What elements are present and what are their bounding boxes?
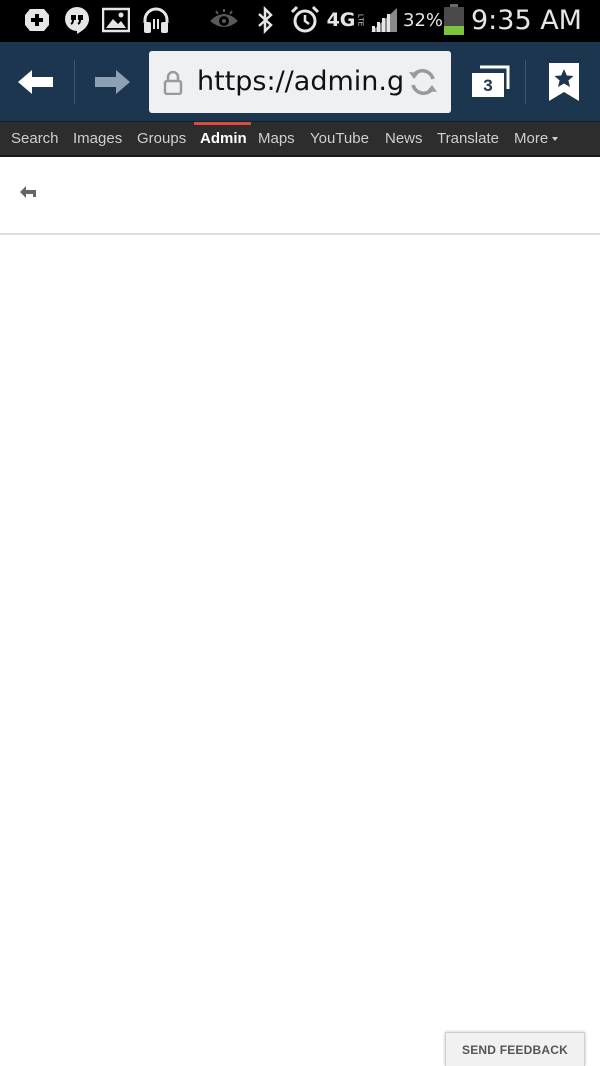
google-nav-bar: Search Images Groups Admin Maps YouTube … [0,122,600,157]
nav-groups[interactable]: Groups [137,122,186,155]
nav-youtube[interactable]: YouTube [310,122,369,155]
nav-images[interactable]: Images [73,122,122,155]
chevron-down-icon [552,137,559,142]
nav-maps[interactable]: Maps [258,122,295,155]
tab-count: 3 [483,76,493,95]
toolbar-divider [74,60,75,104]
nav-more-label: More [514,130,549,147]
clock: 9:35 AM [471,5,582,36]
header-divider [0,233,600,235]
forward-button[interactable] [76,42,148,122]
send-feedback-button[interactable]: SEND FEEDBACK [445,1032,585,1066]
nav-news[interactable]: News [385,122,423,155]
signal-icon [368,5,400,35]
alarm-icon [289,5,321,35]
headphones-icon [141,5,171,35]
bluetooth-icon [254,5,276,35]
back-button[interactable] [0,42,72,122]
status-bar: 4G LTE 32% 9:35 AM [0,0,600,42]
eye-icon [208,5,240,35]
arrow-left-icon [18,70,53,94]
browser-toolbar: https://admin.google.com 3 [0,42,600,122]
gallery-icon [102,5,130,35]
network-subtype: LTE [356,13,364,27]
lock-icon [163,71,183,95]
nav-more[interactable]: More [514,122,559,155]
nav-translate[interactable]: Translate [437,122,499,155]
hangouts-icon [62,5,92,35]
nav-search[interactable]: Search [11,122,59,155]
nav-admin[interactable]: Admin [200,122,247,155]
bookmarks-button[interactable] [528,42,600,122]
4g-lte-icon: 4G LTE [326,5,364,35]
url-bar[interactable]: https://admin.google.com [149,51,451,113]
back-arrow-icon[interactable] [18,183,40,201]
battery-percent: 32% [403,10,444,31]
toolbar-divider [525,60,526,104]
battery-icon [442,4,466,35]
bookmark-star-icon [549,63,579,101]
reload-icon[interactable] [407,66,439,98]
tabs-button[interactable]: 3 [458,42,522,122]
network-type: 4G [326,8,356,31]
google-plus-icon [22,5,52,35]
url-text[interactable]: https://admin.google.com [197,51,403,113]
arrow-right-icon [95,70,130,94]
